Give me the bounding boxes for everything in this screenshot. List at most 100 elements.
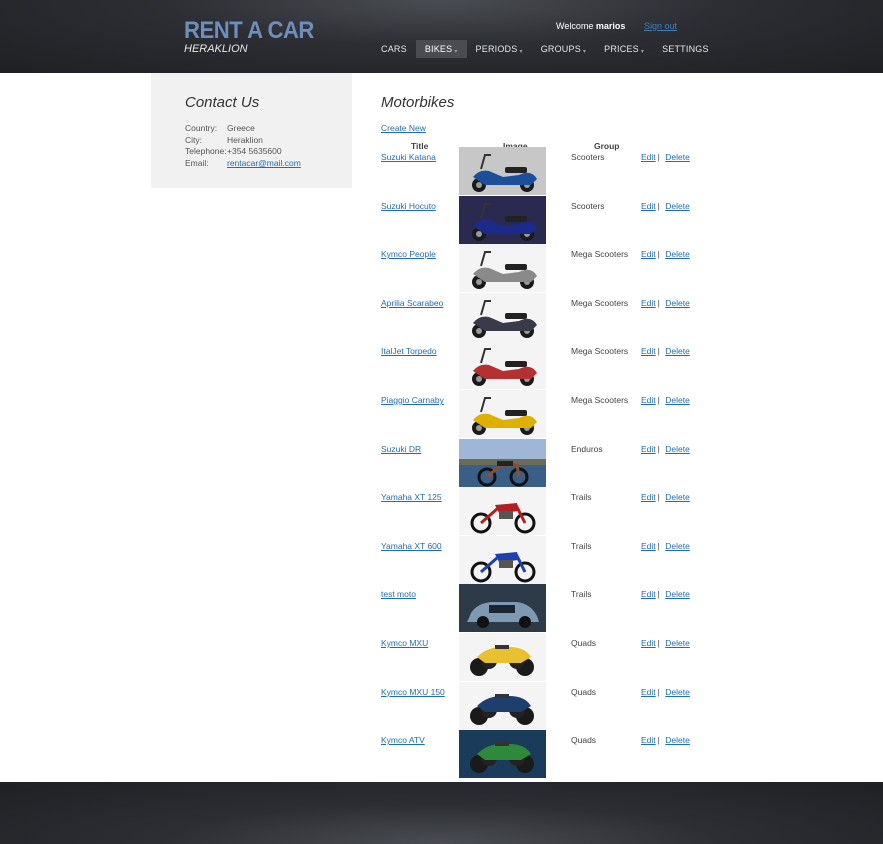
delete-link[interactable]: Delete [665,298,690,308]
welcome-message: Welcome marios [556,21,625,31]
chevron-down-icon: ▾ [582,49,587,55]
delete-link[interactable]: Delete [665,395,690,405]
delete-link[interactable]: Delete [665,638,690,648]
edit-link[interactable]: Edit [641,395,656,405]
nav-item-settings[interactable]: SETTINGS [653,40,718,58]
table-row: Kymco ATV Quads Edit | Delete [0,730,883,784]
main-nav: CARS BIKES ▾ PERIODS ▾ GROUPS ▾ PRICES ▾ SETTINGS [372,40,718,58]
nav-item-label: PERIODS [475,44,518,54]
edit-link[interactable]: Edit [641,687,656,697]
edit-link[interactable]: Edit [641,152,656,162]
delete-link[interactable]: Delete [665,201,690,211]
edit-link[interactable]: Edit [641,638,656,648]
page-title: Motorbikes [381,94,455,111]
nav-item-prices[interactable]: PRICES ▾ [595,40,653,58]
signout-link[interactable]: Sign out [644,21,677,31]
delete-link[interactable]: Delete [665,444,690,454]
bike-group: Trails [571,540,592,551]
bike-image [459,390,546,438]
bike-title-link[interactable]: Piaggio Carnaby [381,395,444,405]
contact-title: Contact Us [185,94,260,111]
table-row: Piaggio Carnaby Mega Scooters Edit | Dele… [0,390,883,444]
bike-image [459,584,546,633]
edit-link[interactable]: Edit [641,298,656,308]
bike-title-link[interactable]: Aprilia Scarabeo [381,298,443,308]
delete-link[interactable]: Delete [665,249,690,259]
row-actions: Edit | Delete [641,687,692,697]
row-actions: Edit | Delete [641,395,692,405]
delete-link[interactable]: Delete [665,687,690,697]
action-separator: | [657,589,660,600]
bike-title-link[interactable]: ItalJet Torpedo [381,346,437,356]
row-actions: Edit | Delete [641,492,692,502]
edit-link[interactable]: Edit [641,201,656,211]
bike-title-link[interactable]: Kymco MXU 150 [381,687,445,697]
edit-link[interactable]: Edit [641,492,656,502]
welcome-text: Welcome [556,21,594,31]
bike-image [459,244,546,293]
table-row: Yamaha XT 600 Trails Edit | Delete [0,535,883,590]
delete-link[interactable]: Delete [665,735,690,745]
bike-title-link[interactable]: Kymco ATV [381,735,425,745]
bike-image [459,341,546,390]
edit-link[interactable]: Edit [641,444,656,454]
bike-title-link[interactable]: Suzuki DR [381,444,421,454]
delete-link[interactable]: Delete [665,152,690,162]
bike-group: Quads [571,638,597,648]
create-new-link[interactable]: Create New [381,123,426,133]
table-row: Yamaha XT 125 Trails Edit | Delete [0,487,883,541]
row-actions: Edit | Delete [641,152,692,162]
column-header-group: Group [594,141,620,151]
bike-group: Trails [571,589,592,600]
edit-link[interactable]: Edit [641,346,656,356]
table-row: ItalJet Torpedo Mega Scooters Edit | Dele… [0,341,883,395]
delete-link[interactable]: Delete [665,541,690,551]
bike-image [459,292,546,341]
action-separator: | [657,492,660,503]
contact-city: City: Heraklion [185,135,263,145]
logo-subtitle: HERAKLION [184,43,248,55]
bike-group: Trails [571,492,592,503]
row-actions: Edit | Delete [641,735,692,745]
bike-group: Quads [571,735,597,746]
nav-item-cars[interactable]: CARS [372,40,416,58]
edit-link[interactable]: Edit [641,735,656,745]
country-value: Greece [227,123,255,133]
footer [0,782,883,844]
table-row: Suzuki DR Enduros Edit | Delete [0,438,883,493]
delete-link[interactable]: Delete [665,346,690,356]
nav-item-label: CARS [381,44,407,54]
row-actions: Edit | Delete [641,541,692,551]
action-separator: | [657,686,660,697]
row-actions: Edit | Delete [641,201,692,211]
bike-image [459,438,546,487]
nav-item-label: PRICES [604,44,639,54]
logo-title[interactable]: RENT A CAR [184,17,314,45]
edit-link[interactable]: Edit [641,249,656,259]
action-separator: | [657,200,660,211]
bike-title-link[interactable]: Suzuki Katana [381,152,436,162]
delete-link[interactable]: Delete [665,492,690,502]
delete-link[interactable]: Delete [665,589,690,599]
bike-image [459,730,546,779]
edit-link[interactable]: Edit [641,541,656,551]
bike-image [459,195,546,244]
bike-title-link[interactable]: Yamaha XT 125 [381,492,442,502]
row-actions: Edit | Delete [641,346,692,356]
bike-title-link[interactable]: Kymco MXU [381,638,428,648]
nav-item-groups[interactable]: GROUPS ▾ [532,40,595,58]
row-actions: Edit | Delete [641,444,692,454]
nav-item-periods[interactable]: PERIODS ▾ [467,40,532,58]
chevron-down-icon: ▾ [454,49,458,55]
bike-title-link[interactable]: Suzuki Hocuto [381,201,436,211]
edit-link[interactable]: Edit [641,589,656,599]
nav-item-bikes[interactable]: BIKES ▾ [415,40,467,58]
bike-title-link[interactable]: Kymco People [381,249,436,259]
city-label: City: [185,135,202,145]
nav-item-label: SETTINGS [662,44,709,54]
bike-title-link[interactable]: Yamaha XT 600 [381,541,442,551]
bike-image [459,535,546,584]
city-value: Heraklion [227,135,263,145]
row-actions: Edit | Delete [641,298,692,308]
bike-title-link[interactable]: test moto [381,589,416,599]
